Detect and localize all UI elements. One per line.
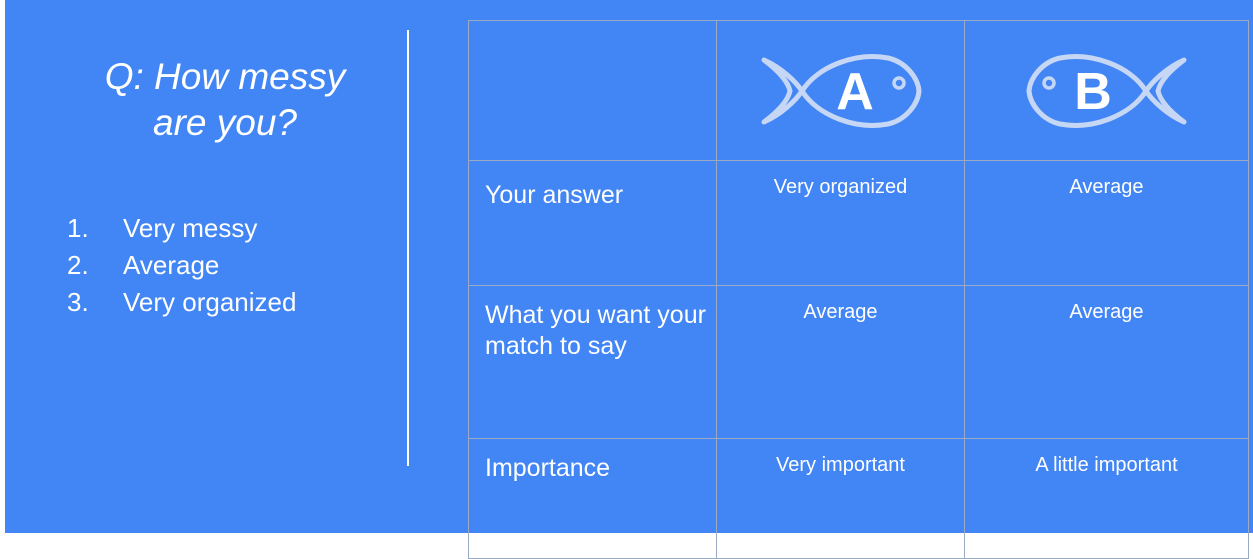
table-row: Your answer Very organized Average [468, 160, 1249, 286]
table-row: What you want your match to say Average … [468, 285, 1249, 439]
list-item: 3. Very organized [67, 284, 296, 321]
table-header-row: A B [468, 20, 1249, 161]
fish-b-cell: B [964, 20, 1249, 161]
fish-icon: B [1026, 53, 1186, 128]
question-line-2: are you? [153, 102, 297, 143]
fish-b-letter: B [1074, 63, 1112, 121]
vertical-divider [407, 30, 409, 466]
question-line-1: Q: How messy [104, 56, 346, 97]
option-number: 2. [67, 250, 89, 280]
row-label-importance: Importance [468, 438, 717, 559]
option-label: Average [123, 250, 220, 280]
comparison-table: A B Your answer Very organized Average W… [468, 20, 1249, 559]
fish-a-letter: A [836, 63, 874, 121]
table-row: Importance Very important A little impor… [468, 438, 1249, 559]
option-label: Very organized [123, 287, 297, 317]
option-number: 1. [67, 213, 89, 243]
slide: Q: How messy are you? 1. Very messy 2. A… [5, 0, 1253, 559]
cell-b-your-answer: Average [964, 160, 1249, 286]
fish-a-cell: A [716, 20, 965, 161]
answer-options-list: 1. Very messy 2. Average 3. Very organiz… [67, 210, 296, 321]
cell-b-match-answer: Average [964, 285, 1249, 439]
question-title: Q: How messy are you? [5, 54, 445, 146]
option-label: Very messy [123, 213, 258, 243]
fish-icon: A [761, 53, 921, 128]
list-item: 1. Very messy [67, 210, 296, 247]
cell-b-importance: A little important [964, 438, 1249, 559]
row-label-match-answer: What you want your match to say [468, 285, 717, 439]
list-item: 2. Average [67, 247, 296, 284]
cell-a-your-answer: Very organized [716, 160, 965, 286]
cell-a-match-answer: Average [716, 285, 965, 439]
row-label-your-answer: Your answer [468, 160, 717, 286]
empty-header-cell [468, 20, 717, 161]
cell-a-importance: Very important [716, 438, 965, 559]
option-number: 3. [67, 287, 89, 317]
